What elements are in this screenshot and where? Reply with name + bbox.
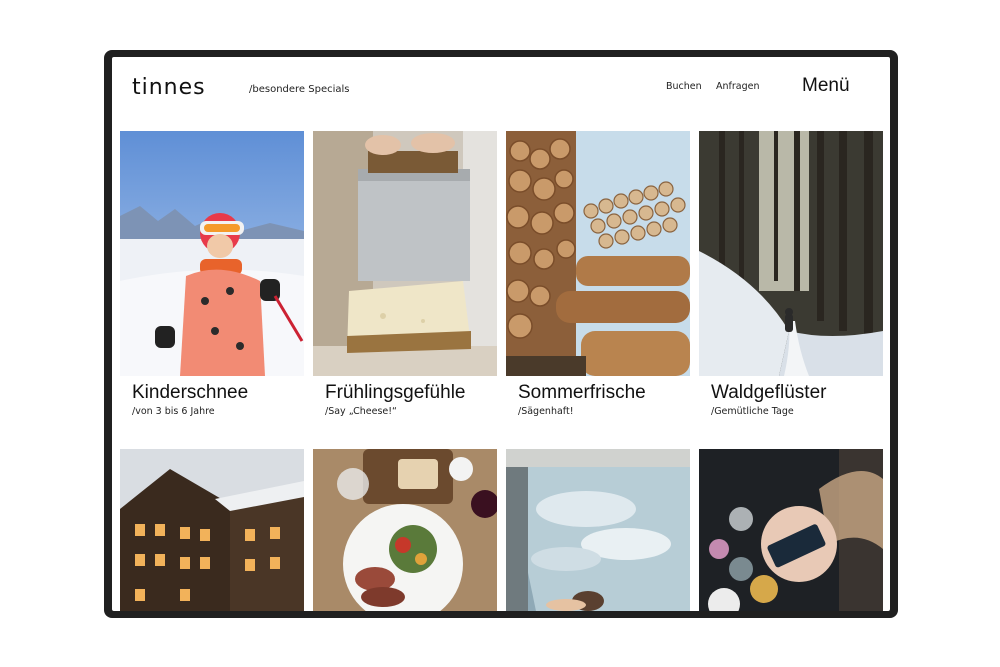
card-dinner-plate[interactable] xyxy=(313,449,497,611)
inquire-link[interactable]: Anfragen xyxy=(716,81,760,92)
card-title[interactable]: Frühlingsgefühle xyxy=(313,382,497,404)
menu-button[interactable]: Menü xyxy=(802,75,850,97)
card-subtitle: /Say „Cheese!“ xyxy=(325,406,397,417)
card-pool[interactable] xyxy=(506,449,690,611)
card-image-winter-forest[interactable] xyxy=(699,131,883,376)
card-waldgefluester[interactable]: Waldgeflüster /Gemütliche Tage xyxy=(699,131,883,417)
breadcrumb: /besondere Specials xyxy=(249,84,350,95)
card-title[interactable]: Sommerfrische xyxy=(506,382,690,404)
card-image-breakfast-table[interactable] xyxy=(699,449,883,611)
card-subtitle: /Sägenhaft! xyxy=(518,406,574,417)
card-image-log-pile[interactable] xyxy=(506,131,690,376)
device-frame: tinnes /besondere Specials Buchen Anfrag… xyxy=(104,50,898,618)
card-breakfast-table[interactable] xyxy=(699,449,883,611)
book-link[interactable]: Buchen xyxy=(666,81,702,92)
card-fruehlingsgefuehle[interactable]: Frühlingsgefühle /Say „Cheese!“ xyxy=(313,131,497,417)
card-title[interactable]: Waldgeflüster xyxy=(699,382,883,404)
card-subtitle: /Gemütliche Tage xyxy=(711,406,794,417)
card-title[interactable]: Kinderschnee xyxy=(120,382,304,404)
card-kinderschnee[interactable]: Kinderschnee /von 3 bis 6 Jahre xyxy=(120,131,304,417)
card-image-dinner-plate[interactable] xyxy=(313,449,497,611)
card-subtitle: /von 3 bis 6 Jahre xyxy=(132,406,215,417)
website-screen: tinnes /besondere Specials Buchen Anfrag… xyxy=(112,57,890,611)
card-image-cheese-slicer[interactable] xyxy=(313,131,497,376)
card-sommerfrische[interactable]: Sommerfrische /Sägenhaft! xyxy=(506,131,690,417)
site-header: tinnes /besondere Specials Buchen Anfrag… xyxy=(112,57,890,131)
card-hotel-exterior[interactable] xyxy=(120,449,304,611)
logo[interactable]: tinnes xyxy=(132,75,206,100)
card-image-child-skiing[interactable] xyxy=(120,131,304,376)
card-image-whirlpool[interactable] xyxy=(506,449,690,611)
card-image-chalet-evening[interactable] xyxy=(120,449,304,611)
